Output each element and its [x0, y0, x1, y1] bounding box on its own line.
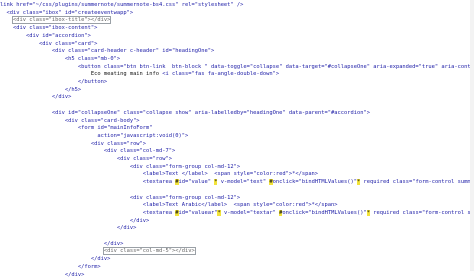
code-token: <div class="form-group col-md-12"> [0, 163, 241, 170]
code-token: v-model="textar" [220, 209, 280, 216]
code-token: <h5 class="mb-0"> [0, 55, 121, 62]
code-token: <textarea [0, 209, 176, 216]
code-token: <form id="mainInfoForm" [0, 125, 153, 132]
code-token: <div class="form-group col-md-12"> [0, 194, 241, 201]
code-token: <div class="ibox-title"></div> [11, 16, 112, 25]
code-token: </div> [0, 240, 124, 247]
code-token: </button> [0, 79, 108, 85]
code-token: <div class="card-body"> [0, 117, 140, 124]
code-token: <div class="col-md-7"> [0, 148, 176, 155]
code-token: <div class="ibox-content"> [0, 25, 98, 32]
code-token: <label>Text </label> <span style="color:… [0, 171, 319, 178]
code-token: link href="~/css/plugins/summernote/summ… [0, 2, 244, 8]
code-line[interactable]: </div> [0, 271, 474, 280]
code-token: <div class="card"> [0, 40, 98, 47]
code-token: </div> [0, 256, 111, 263]
code-token: <textarea [0, 179, 176, 186]
code-token: </h5> [0, 86, 82, 93]
code-token: action="javascript:void(0)"> [0, 132, 189, 139]
code-token: required class="form-control summernote" [373, 209, 474, 216]
code-token: <div class="row"> [0, 140, 147, 147]
code-token: <div class="col-md-5"></div> [102, 247, 196, 256]
code-token: <div class="row"> [0, 156, 173, 162]
code-token: <div class="card-header c-header" id="he… [0, 48, 215, 55]
code-token: <i class="fas fa-angle-double-down"> [162, 71, 280, 78]
code-token: id="value" [178, 179, 215, 186]
code-token: </div> [0, 94, 72, 101]
code-token: <button class="btn btn-link btn-block " … [77, 63, 474, 70]
code-editor[interactable]: link href="~/css/plugins/summernote/summ… [0, 0, 474, 278]
code-token: onclick="bindHTMLValues()" [282, 209, 367, 216]
scrollbar[interactable] [470, 0, 474, 271]
code-token: id="valuear" [178, 209, 218, 216]
code-token: </div> [0, 271, 85, 278]
code-token: </div> [0, 225, 137, 232]
code-token: v-model="text" [217, 179, 270, 186]
code-token: <div class="ibox" id="createeventwapp"> [0, 9, 134, 16]
code-token: </form> [0, 263, 101, 270]
code-token: Eco meating main info [0, 71, 163, 78]
code-token: required class="form-control summernote" [363, 179, 474, 186]
code-token: </div> [0, 217, 150, 224]
code-token: <div id="accordion"> [0, 32, 91, 39]
code-token: <div id="collapseOne" class="collapse sh… [0, 109, 370, 116]
code-token: <label>Text Arabic</label> <span style="… [0, 202, 338, 209]
code-token: onclick="bindHTMLValues()" [272, 179, 358, 186]
